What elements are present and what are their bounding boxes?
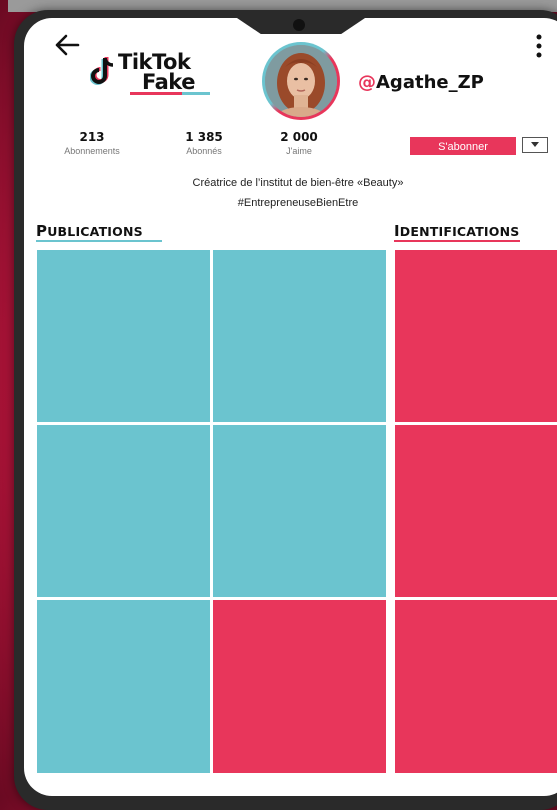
stat-label: Abonnements [64, 146, 120, 156]
tab-identifications-rest: DENTIFICATIONS [399, 224, 520, 239]
stat-label: Abonnés [186, 146, 222, 156]
bio-line: Créatrice de l’institut de bien-être «Be… [192, 177, 404, 189]
chevron-down-icon [531, 142, 539, 147]
stat-label: J'aime [286, 146, 312, 156]
logo-underline-red [130, 92, 182, 95]
publication-thumbnail[interactable] [213, 600, 386, 773]
publication-thumbnail[interactable] [37, 600, 210, 773]
tab-publications-rest: UBLICATIONS [47, 224, 143, 239]
logo-text-fake: Fake [142, 70, 195, 94]
tiktok-note-icon [89, 56, 116, 86]
publication-thumbnail[interactable] [37, 250, 210, 422]
stat-value: 213 [79, 130, 105, 144]
subscribe-dropdown-button[interactable] [522, 137, 548, 153]
phone-screen: TikTok Fake @Agathe_ZP 213 Abonnements 1… [24, 18, 557, 796]
back-arrow-icon[interactable] [52, 30, 82, 60]
more-vertical-icon[interactable] [532, 32, 546, 62]
avatar-photo [265, 45, 337, 117]
tab-publications[interactable]: PUBLICATIONS [36, 222, 143, 240]
tab-publications-initial: P [36, 222, 48, 240]
username-text: Agathe_ZP [376, 72, 484, 93]
avatar[interactable] [262, 42, 340, 120]
tiktok-fake-logo: TikTok Fake [89, 50, 220, 95]
publications-underline [36, 240, 162, 242]
stat-likes: 2 000 J'aime [254, 130, 344, 156]
stat-following[interactable]: 213 Abonnements [47, 130, 137, 156]
stat-value: 1 385 [185, 130, 223, 144]
bio-hashtag[interactable]: #EntrepreneuseBienEtre [24, 197, 557, 209]
publication-thumbnail[interactable] [213, 425, 386, 597]
username-at-sign: @ [358, 72, 376, 93]
profile-username: @Agathe_ZP [358, 72, 484, 93]
subscribe-button[interactable]: S'abonner [410, 137, 516, 155]
identifications-underline [394, 240, 520, 242]
stat-value: 2 000 [280, 130, 318, 144]
identification-thumbnail[interactable] [395, 600, 557, 773]
logo-underline-teal [182, 92, 210, 95]
publication-thumbnail[interactable] [37, 425, 210, 597]
identification-thumbnail[interactable] [395, 250, 557, 422]
tab-identifications[interactable]: IDENTIFICATIONS [394, 222, 519, 240]
publication-thumbnail[interactable] [213, 250, 386, 422]
stat-followers[interactable]: 1 385 Abonnés [159, 130, 249, 156]
identification-thumbnail[interactable] [395, 425, 557, 597]
front-camera [293, 19, 305, 31]
